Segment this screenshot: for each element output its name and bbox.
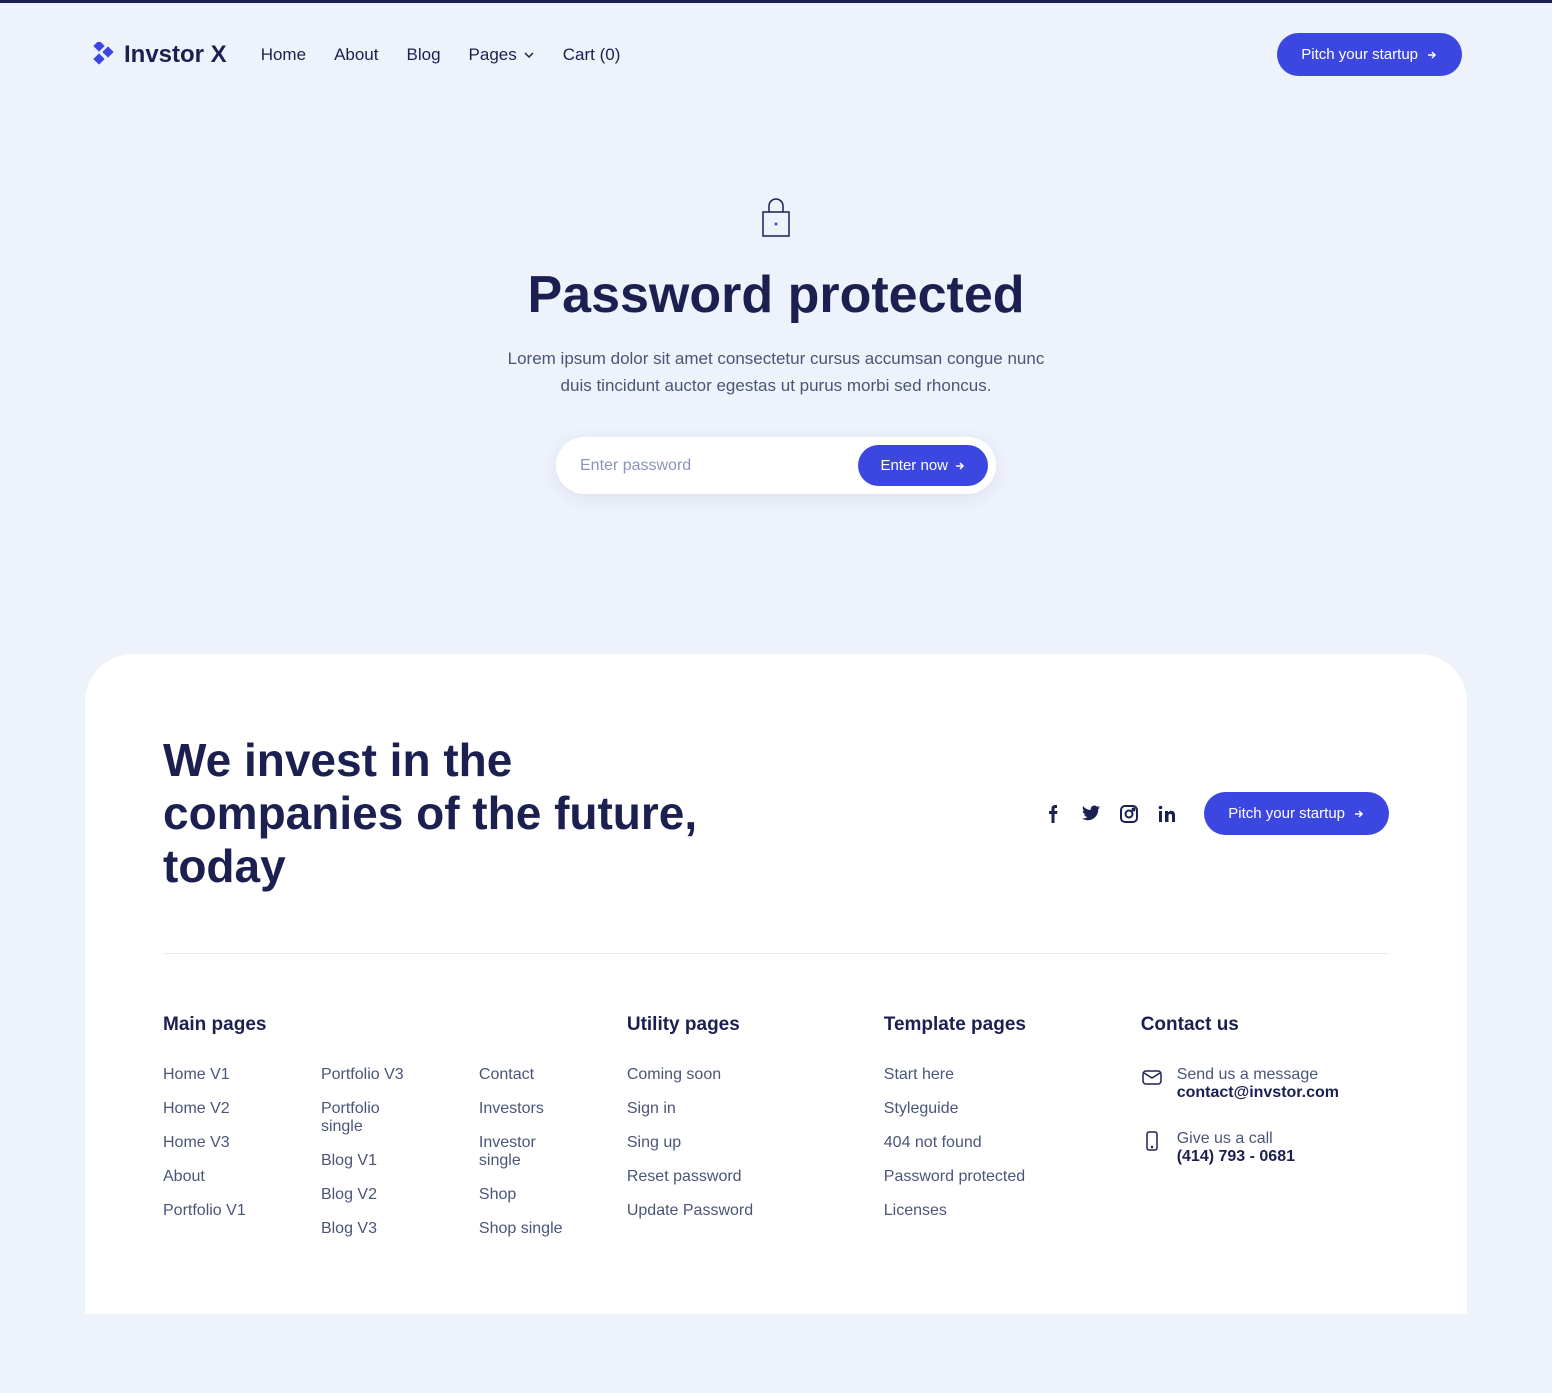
- password-form: Enter now: [556, 437, 996, 494]
- list-item[interactable]: About: [163, 1168, 261, 1186]
- lock-icon: [756, 196, 796, 245]
- footer: We invest in the companies of the future…: [85, 654, 1467, 1314]
- list-item[interactable]: Password protected: [884, 1168, 1091, 1186]
- nav-blog[interactable]: Blog: [407, 45, 441, 65]
- twitter-icon[interactable]: [1082, 805, 1100, 823]
- contact-email[interactable]: Send us a message contact@invstor.com: [1141, 1066, 1389, 1102]
- list-item[interactable]: Portfolio V1: [163, 1202, 261, 1220]
- pitch-button-label: Pitch your startup: [1301, 46, 1418, 63]
- list-item[interactable]: Sign in: [627, 1100, 834, 1118]
- mail-icon: [1141, 1066, 1163, 1088]
- nav-cart[interactable]: Cart (0): [563, 45, 621, 65]
- phone-icon: [1141, 1130, 1163, 1152]
- nav-pages-label: Pages: [469, 45, 517, 65]
- linkedin-icon[interactable]: [1158, 805, 1176, 823]
- facebook-icon[interactable]: [1044, 805, 1062, 823]
- list-item[interactable]: Blog V1: [321, 1152, 419, 1170]
- chevron-down-icon: [523, 49, 535, 61]
- list-item[interactable]: Portfolio V3: [321, 1066, 419, 1084]
- list-item[interactable]: Styleguide: [884, 1100, 1091, 1118]
- logo-text: Invstor X: [124, 41, 227, 69]
- list-item[interactable]: Investors: [479, 1100, 577, 1118]
- page-description: Lorem ipsum dolor sit amet consectetur c…: [496, 345, 1056, 399]
- col-utility-pages: Utility pages Coming soon Sign in Sing u…: [627, 1014, 834, 1254]
- col-template-pages: Template pages Start here Styleguide 404…: [884, 1014, 1091, 1254]
- logo-icon: [90, 42, 116, 68]
- footer-pitch-button[interactable]: Pitch your startup: [1204, 792, 1389, 835]
- arrow-right-icon: [954, 460, 966, 472]
- hero: Password protected Lorem ipsum dolor sit…: [0, 106, 1552, 654]
- footer-columns: Main pages Home V1 Home V2 Home V3 About…: [163, 1014, 1389, 1254]
- password-input[interactable]: [580, 457, 858, 475]
- contact-label: Send us a message: [1177, 1066, 1339, 1084]
- contact-label: Give us a call: [1177, 1130, 1295, 1148]
- col-title: Template pages: [884, 1014, 1091, 1036]
- list-item[interactable]: Sing up: [627, 1134, 834, 1152]
- list-item[interactable]: Blog V3: [321, 1220, 419, 1238]
- arrow-right-icon: [1353, 808, 1365, 820]
- list-item[interactable]: Blog V2: [321, 1186, 419, 1204]
- footer-top: We invest in the companies of the future…: [163, 734, 1389, 954]
- list-item[interactable]: Start here: [884, 1066, 1091, 1084]
- nav: Home About Blog Pages Cart (0): [261, 45, 621, 65]
- contact-email-value: contact@invstor.com: [1177, 1084, 1339, 1102]
- col-title: Main pages: [163, 1014, 577, 1036]
- list-item[interactable]: Update Password: [627, 1202, 834, 1220]
- instagram-icon[interactable]: [1120, 805, 1138, 823]
- col-main-pages: Main pages Home V1 Home V2 Home V3 About…: [163, 1014, 577, 1254]
- contact-phone-value: (414) 793 - 0681: [1177, 1148, 1295, 1166]
- header: Invstor X Home About Blog Pages Cart (0)…: [0, 3, 1552, 106]
- enter-button-label: Enter now: [880, 457, 948, 474]
- page-title: Password protected: [0, 265, 1552, 325]
- col-contact: Contact us Send us a message contact@inv…: [1141, 1014, 1389, 1254]
- social-links: [1044, 805, 1176, 823]
- nav-about[interactable]: About: [334, 45, 378, 65]
- list-item[interactable]: Licenses: [884, 1202, 1091, 1220]
- footer-top-right: Pitch your startup: [1044, 792, 1389, 835]
- nav-pages[interactable]: Pages: [469, 45, 535, 65]
- footer-pitch-label: Pitch your startup: [1228, 805, 1345, 822]
- contact-phone[interactable]: Give us a call (414) 793 - 0681: [1141, 1130, 1389, 1166]
- list-item[interactable]: Shop: [479, 1186, 577, 1204]
- logo[interactable]: Invstor X: [90, 41, 227, 69]
- list-item[interactable]: Portfolio single: [321, 1100, 419, 1136]
- arrow-right-icon: [1426, 49, 1438, 61]
- list-item[interactable]: Shop single: [479, 1220, 577, 1238]
- pitch-button[interactable]: Pitch your startup: [1277, 33, 1462, 76]
- footer-heading: We invest in the companies of the future…: [163, 734, 763, 893]
- list-item[interactable]: Home V3: [163, 1134, 261, 1152]
- list-item[interactable]: Reset password: [627, 1168, 834, 1186]
- col-title: Utility pages: [627, 1014, 834, 1036]
- list-item[interactable]: Coming soon: [627, 1066, 834, 1084]
- list-item[interactable]: Contact: [479, 1066, 577, 1084]
- list-item[interactable]: Investor single: [479, 1134, 577, 1170]
- enter-button[interactable]: Enter now: [858, 445, 988, 486]
- list-item[interactable]: Home V2: [163, 1100, 261, 1118]
- list-item[interactable]: 404 not found: [884, 1134, 1091, 1152]
- nav-home[interactable]: Home: [261, 45, 306, 65]
- col-title: Contact us: [1141, 1014, 1389, 1036]
- list-item[interactable]: Home V1: [163, 1066, 261, 1084]
